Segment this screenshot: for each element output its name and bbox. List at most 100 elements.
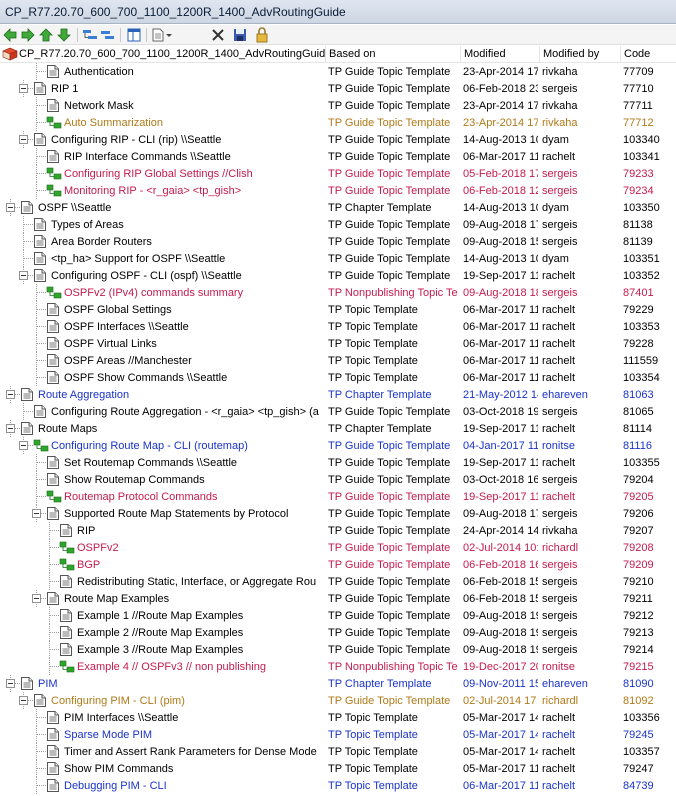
document-menu-icon[interactable]	[150, 27, 174, 43]
tree-row[interactable]: BGP TP Guide Topic Template 06-Feb-2018 16…	[0, 556, 676, 573]
layout-icon[interactable]	[126, 27, 142, 43]
collapse-toggle-icon[interactable]	[6, 390, 15, 399]
collapse-toggle-icon[interactable]	[6, 679, 15, 688]
tree-row[interactable]: OSPF Global Settings TP Topic Template 06-…	[0, 301, 676, 318]
tree-row[interactable]: RIP TP Guide Topic Template 24-Apr-2014 14…	[0, 522, 676, 539]
lock-icon[interactable]	[254, 27, 270, 43]
column-modified[interactable]: Modified	[464, 48, 538, 60]
tree-row[interactable]: PIM TP Chapter Template 09-Nov-2011 15 ehar…	[0, 675, 676, 692]
topic-label[interactable]: Supported Route Map Statements by Protoc…	[64, 507, 324, 521]
tree-row[interactable]: Example 4 // OSPFv3 // non publishing TP …	[0, 658, 676, 675]
tree-row[interactable]: Configuring Route Map - CLI (routemap) TP…	[0, 437, 676, 454]
tree-row[interactable]: Auto Summarization TP Guide Topic Templat…	[0, 114, 676, 131]
tree-row[interactable]: Configuring RIP Global Settings //Clish T…	[0, 165, 676, 182]
topic-label[interactable]: Debugging PIM - CLI	[64, 779, 324, 793]
topic-label[interactable]: Types of Areas	[51, 218, 324, 232]
tree-row[interactable]: Supported Route Map Statements by Protoc…	[0, 505, 676, 522]
topic-label[interactable]: Set Routemap Commands \\Seattle	[64, 456, 324, 470]
topic-label[interactable]: OSPF \\Seattle	[38, 201, 324, 215]
tree-row[interactable]: OSPF Show Commands \\Seattle TP Topic Tem…	[0, 369, 676, 386]
topic-label[interactable]: OSPFv2 (IPv4) commands summary	[64, 286, 324, 300]
tree-row[interactable]: Area Border Routers TP Guide Topic Templa…	[0, 233, 676, 250]
tree-row[interactable]: Example 3 //Route Map Examples TP Guide T…	[0, 641, 676, 658]
back-icon[interactable]	[2, 27, 18, 43]
tree-row[interactable]: Authentication TP Guide Topic Template 23-…	[0, 63, 676, 80]
topic-label[interactable]: Show PIM Commands	[64, 762, 324, 776]
tree-row[interactable]: OSPF \\Seattle TP Chapter Template 14-Aug-…	[0, 199, 676, 216]
tree-row[interactable]: Timer and Assert Rank Parameters for Den…	[0, 743, 676, 760]
collapse-toggle-icon[interactable]	[32, 509, 41, 518]
save-icon[interactable]	[232, 27, 248, 43]
add-child-icon[interactable]	[82, 27, 98, 43]
tree-row[interactable]: Sparse Mode PIM TP Topic Template 05-Mar-2…	[0, 726, 676, 743]
tree-row[interactable]: OSPFv2 (IPv4) commands summary TP Nonpubl…	[0, 284, 676, 301]
topic-label[interactable]: RIP 1	[51, 82, 324, 96]
topic-label[interactable]: Example 4 // OSPFv3 // non publishing	[77, 660, 324, 674]
topic-label[interactable]: RIP Interface Commands \\Seattle	[64, 150, 324, 164]
tree-row[interactable]: Configuring RIP - CLI (rip) \\Seattle TP …	[0, 131, 676, 148]
topic-label[interactable]: OSPF Interfaces \\Seattle	[64, 320, 324, 334]
topic-label[interactable]: OSPFv2	[77, 541, 324, 555]
tree-row[interactable]: Redistributing Static, Interface, or Agg…	[0, 573, 676, 590]
topic-label[interactable]: OSPF Show Commands \\Seattle	[64, 371, 324, 385]
topic-label[interactable]: Authentication	[64, 65, 324, 79]
topic-label[interactable]: <tp_ha> Support for OSPF \\Seattle	[51, 252, 324, 266]
tree-row[interactable]: Example 1 //Route Map Examples TP Guide T…	[0, 607, 676, 624]
topic-label[interactable]: Route Aggregation	[38, 388, 324, 402]
tree-row[interactable]: Example 2 //Route Map Examples TP Guide T…	[0, 624, 676, 641]
topic-label[interactable]: Network Mask	[64, 99, 324, 113]
topic-label[interactable]: Configuring RIP - CLI (rip) \\Seattle	[51, 133, 324, 147]
topic-label[interactable]: Redistributing Static, Interface, or Agg…	[77, 575, 324, 589]
topic-label[interactable]: Auto Summarization	[64, 116, 324, 130]
tree-row[interactable]: Network Mask TP Guide Topic Template 23-Ap…	[0, 97, 676, 114]
tree-row[interactable]: PIM Interfaces \\Seattle TP Topic Templat…	[0, 709, 676, 726]
topic-label[interactable]: Configuring Route Aggregation - <r_gaia>…	[51, 405, 324, 419]
collapse-toggle-icon[interactable]	[19, 441, 28, 450]
delete-icon[interactable]	[210, 27, 226, 43]
collapse-toggle-icon[interactable]	[6, 424, 15, 433]
topic-label[interactable]: RIP	[77, 524, 324, 538]
tree-row[interactable]: <tp_ha> Support for OSPF \\Seattle TP Gui…	[0, 250, 676, 267]
collapse-toggle-icon[interactable]	[6, 203, 15, 212]
topic-label[interactable]: Area Border Routers	[51, 235, 324, 249]
topic-label[interactable]: Sparse Mode PIM	[64, 728, 324, 742]
tree-row[interactable]: Routemap Protocol Commands TP Guide Topic…	[0, 488, 676, 505]
topic-label[interactable]: Show Routemap Commands	[64, 473, 324, 487]
topic-label[interactable]: OSPF Global Settings	[64, 303, 324, 317]
move-up-icon[interactable]	[38, 27, 54, 43]
tree-row[interactable]: OSPFv2 TP Guide Topic Template 02-Jul-2014…	[0, 539, 676, 556]
tree-row[interactable]: RIP Interface Commands \\Seattle TP Guide…	[0, 148, 676, 165]
tree-row[interactable]: Route Maps TP Chapter Template 19-Sep-2017…	[0, 420, 676, 437]
root-label[interactable]: CP_R77.20.70_600_700_1100_1200R_1400_Adv…	[19, 48, 325, 60]
tree-row[interactable]: Show PIM Commands TP Topic Template 05-Mar…	[0, 760, 676, 777]
column-modified-by[interactable]: Modified by	[543, 48, 619, 60]
tree-row[interactable]: OSPF Areas //Manchester TP Topic Template…	[0, 352, 676, 369]
topic-label[interactable]: Example 3 //Route Map Examples	[77, 643, 324, 657]
remove-icon[interactable]	[100, 27, 116, 43]
tree-row[interactable]: Set Routemap Commands \\Seattle TP Guide …	[0, 454, 676, 471]
topic-label[interactable]: Configuring OSPF - CLI (ospf) \\Seattle	[51, 269, 324, 283]
topic-label[interactable]: Routemap Protocol Commands	[64, 490, 324, 504]
collapse-toggle-icon[interactable]	[19, 84, 28, 93]
tree-row[interactable]: Route Map Examples TP Guide Topic Templat…	[0, 590, 676, 607]
topic-label[interactable]: Configuring Route Map - CLI (routemap)	[51, 439, 324, 453]
collapse-toggle-icon[interactable]	[19, 271, 28, 280]
column-based-on[interactable]: Based on	[329, 48, 459, 60]
column-code[interactable]: Code	[624, 48, 676, 60]
tree-row[interactable]: Debugging PIM - CLI TP Topic Template 06-M…	[0, 777, 676, 794]
collapse-toggle-icon[interactable]	[32, 594, 41, 603]
topic-label[interactable]: Route Maps	[38, 422, 324, 436]
tree-row[interactable]: RIP 1 TP Guide Topic Template 06-Feb-2018 …	[0, 80, 676, 97]
tree-row[interactable]: OSPF Virtual Links TP Topic Template 06-Ma…	[0, 335, 676, 352]
tree-row[interactable]: Configuring Route Aggregation - <r_gaia>…	[0, 403, 676, 420]
tree-row[interactable]: OSPF Interfaces \\Seattle TP Topic Templa…	[0, 318, 676, 335]
topic-label[interactable]: Configuring PIM - CLI (pim)	[51, 694, 324, 708]
tree-row[interactable]: Types of Areas TP Guide Topic Template 09-…	[0, 216, 676, 233]
forward-icon[interactable]	[20, 27, 36, 43]
tree-row[interactable]: Monitoring RIP - <r_gaia> <tp_gish> TP Gu…	[0, 182, 676, 199]
topic-label[interactable]: Monitoring RIP - <r_gaia> <tp_gish>	[64, 184, 324, 198]
tree-row[interactable]: Show Routemap Commands TP Guide Topic Tem…	[0, 471, 676, 488]
topic-label[interactable]: Timer and Assert Rank Parameters for Den…	[64, 745, 324, 759]
topic-label[interactable]: Example 1 //Route Map Examples	[77, 609, 324, 623]
collapse-toggle-icon[interactable]	[19, 135, 28, 144]
